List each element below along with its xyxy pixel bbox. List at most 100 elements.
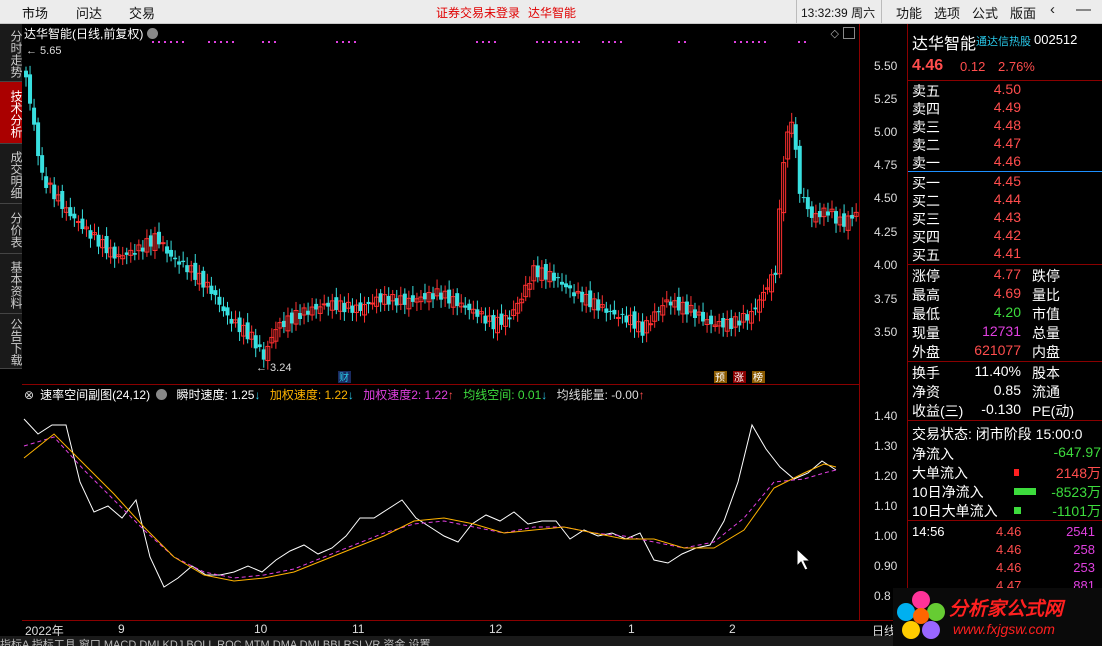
candle-body-down <box>809 206 814 218</box>
tick-volume: 2541 <box>1066 524 1095 539</box>
bid-label: 买五 <box>912 247 940 263</box>
alert-stock-name[interactable]: 达华智能 <box>528 4 576 21</box>
minimize-icon[interactable]: — <box>1076 1 1091 18</box>
back-icon[interactable]: ‹ <box>1050 1 1055 18</box>
signal-marker <box>602 41 604 43</box>
bottom-indicator-tabs[interactable]: 指标A 指标工具 窗口 MACD DMI KDJ BOLL ROC MTM DM… <box>0 636 907 646</box>
tab-basic-info[interactable]: 基本资料 <box>0 254 23 314</box>
bid-row[interactable]: 买四 4.42 <box>908 227 1102 245</box>
stat2-row: 净资 0.85 流通 <box>908 382 1102 400</box>
tick-row[interactable]: 4.46 253 <box>908 560 1102 578</box>
candle-body-down <box>721 318 726 328</box>
stat-label-2: 市值 <box>1032 306 1060 322</box>
tab-technical[interactable]: 技术分析 <box>0 82 23 144</box>
tick-row[interactable]: 4.46 258 <box>908 542 1102 560</box>
bid-label: 买四 <box>912 229 940 245</box>
bid-row[interactable]: 买二 4.44 <box>908 191 1102 209</box>
candle-body-down <box>797 145 802 194</box>
logo-url: www.fxjgsw.com <box>953 621 1055 637</box>
pane-separator <box>22 384 907 385</box>
signal-marker <box>536 41 538 43</box>
candle-body-down <box>289 312 294 324</box>
chart-area[interactable]: ← 5.65 ← 3.24 财 预涨榜 达华智能(日线,前复权) ◇ <box>22 24 859 620</box>
candle-body-down <box>193 262 198 280</box>
candle-body-down <box>44 176 49 188</box>
signal-marker <box>208 41 210 43</box>
candle-body-down <box>253 335 258 349</box>
divider <box>908 520 1102 521</box>
candle-body-down <box>366 301 371 305</box>
indicator-v1-label: 瞬时速度: 1.25 <box>176 388 255 402</box>
bid-price: 4.44 <box>993 191 1021 207</box>
candle-body-down <box>209 285 214 294</box>
signal-marker <box>476 41 478 43</box>
stat-label: 涨停 <box>912 268 940 284</box>
menu-function[interactable]: 功能 <box>896 3 922 22</box>
candle-body-down <box>805 197 810 210</box>
stat-label-2: 量比 <box>1032 287 1060 303</box>
price-axis: 5.50 5.25 5.00 4.75 4.50 4.25 4.00 3.75 … <box>859 24 907 620</box>
bid-row[interactable]: 买三 4.43 <box>908 209 1102 227</box>
candle-body-down <box>737 320 742 326</box>
event-tag-limit-up: 涨 <box>734 372 744 384</box>
indicator-close-icon[interactable]: ⊗ <box>24 388 34 402</box>
gear-icon[interactable] <box>147 28 159 39</box>
ask-label: 卖一 <box>912 155 940 171</box>
signal-marker <box>614 41 616 43</box>
tab-price-table[interactable]: 分价表 <box>0 204 23 254</box>
bid-row[interactable]: 买一 4.45 <box>908 173 1102 191</box>
candle-body-up <box>75 220 81 223</box>
flow-label: 10日大单流入 <box>912 503 998 519</box>
candle-body-down <box>148 235 153 247</box>
menu-trade[interactable]: 交易 <box>129 3 155 22</box>
ask-label: 卖五 <box>912 83 940 99</box>
stat-row: 涨停 4.77 跌停 <box>908 266 1102 284</box>
date-label: 10 <box>254 622 268 636</box>
bid-row[interactable]: 买五 4.41 <box>908 245 1102 263</box>
candle-body-down <box>257 344 262 348</box>
ask-row[interactable]: 卖五 4.50 <box>908 81 1102 99</box>
candle-body-down <box>499 313 504 325</box>
arrow-up-icon: ↑ <box>447 388 454 402</box>
tab-trade-details[interactable]: 成交明细 <box>0 144 23 204</box>
candle-body-down <box>96 234 101 247</box>
price-tick: 4.75 <box>874 158 898 172</box>
indicator-name: 速率空间副图(24,12) <box>40 388 151 402</box>
stat-value: 4.20 <box>993 304 1021 320</box>
candle-body-down <box>701 311 706 322</box>
menu-wenda[interactable]: 问达 <box>76 3 102 22</box>
flow-bar <box>1014 507 1021 514</box>
restore-icon[interactable] <box>843 27 855 40</box>
candle-body-down <box>342 302 347 313</box>
menu-formula[interactable]: 公式 <box>972 3 998 22</box>
indicator-gear-icon[interactable] <box>156 389 168 400</box>
ask-price: 4.47 <box>993 135 1021 151</box>
ask-row[interactable]: 卖三 4.48 <box>908 117 1102 135</box>
candle-body-down <box>181 260 186 263</box>
menu-options[interactable]: 选项 <box>934 3 960 22</box>
tick-row[interactable]: 14:56 4.46 2541 <box>908 524 1102 542</box>
tab-announcements[interactable]: 公告下载 <box>0 314 23 369</box>
candle-body-down <box>201 270 206 288</box>
candle-body-down <box>834 211 839 224</box>
date-label: 2 <box>729 622 736 636</box>
candle-body-down <box>140 247 145 252</box>
candle-body-down <box>314 303 319 310</box>
signal-marker <box>746 41 748 43</box>
menu-market[interactable]: 市场 <box>22 3 48 22</box>
candle-body-down <box>773 272 778 275</box>
menu-layout[interactable]: 版面 <box>1010 3 1036 22</box>
stat-value: 621077 <box>974 342 1021 358</box>
ask-row[interactable]: 卖四 4.49 <box>908 99 1102 117</box>
ask-row[interactable]: 卖一 4.46 <box>908 153 1102 171</box>
trade-status-text: 交易状态: 闭市阶段 15:00:0 <box>912 426 1083 442</box>
diamond-icon[interactable]: ◇ <box>831 27 839 40</box>
login-alert[interactable]: 证券交易未登录 <box>436 4 520 21</box>
stat-row: 外盘 621077 内盘 <box>908 342 1102 360</box>
tab-intraday[interactable]: 分时走势 <box>0 24 23 82</box>
signal-marker <box>226 41 228 43</box>
ask-row[interactable]: 卖二 4.47 <box>908 135 1102 153</box>
signal-marker <box>336 41 338 43</box>
candle-body-down <box>564 283 569 288</box>
hot-stock-link[interactable]: 通达信热股 <box>976 33 1031 49</box>
